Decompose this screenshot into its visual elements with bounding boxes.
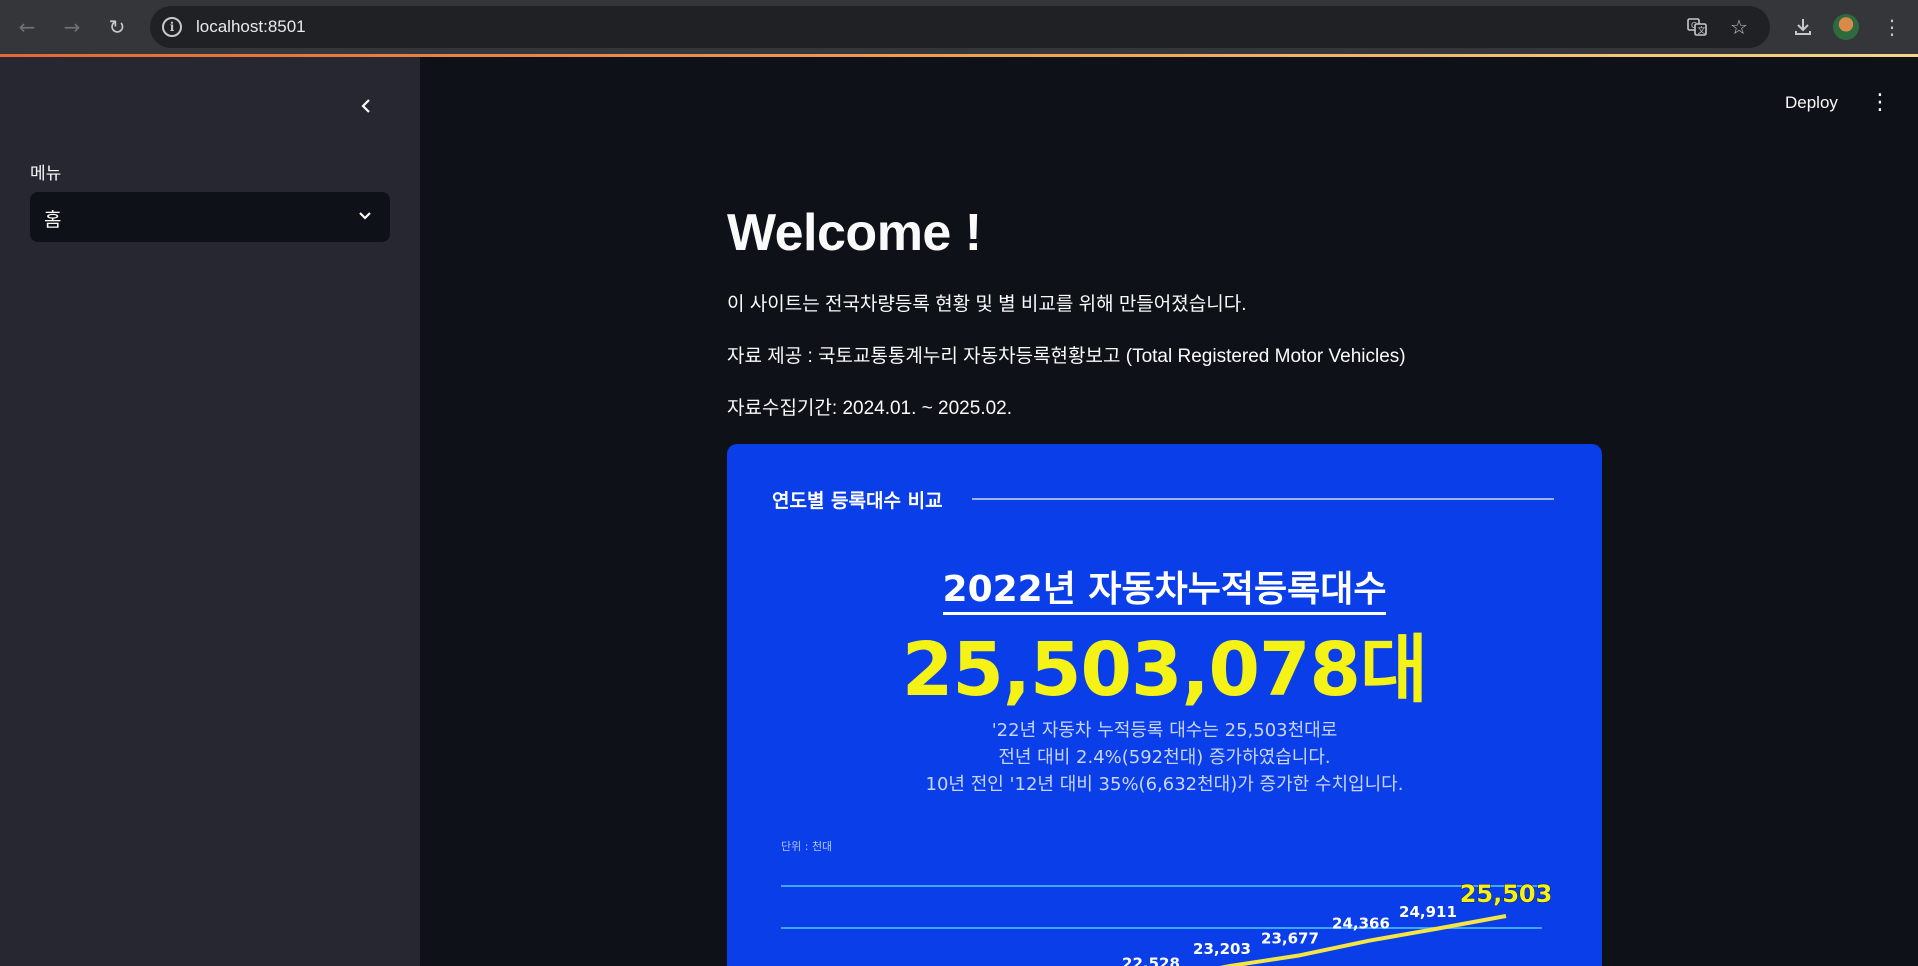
reload-icon[interactable]: ↻ [101, 11, 133, 43]
page-title: Welcome ! [727, 204, 982, 262]
infographic-desc: 전년 대비 2.4%(592천대) 증가하였습니다. [998, 747, 1331, 768]
chart-data-label: 23,203 [1193, 940, 1251, 958]
intro-text: 이 사이트는 전국차량등록 현황 및 별 비교를 위해 만들어졌습니다. [727, 294, 1247, 315]
infographic-desc: 10년 전인 '12년 대비 35%(6,632천대)가 증가한 수치입니다. [925, 774, 1404, 795]
chart-data-label: 23,677 [1261, 930, 1319, 948]
infographic-header: 연도별 등록대수 비교 [772, 490, 943, 512]
download-icon[interactable] [1788, 12, 1818, 42]
divider [972, 498, 1554, 500]
registration-line-chart: 20,99021,80322,52823,20323,67724,36624,9… [781, 880, 1553, 966]
chevron-down-icon[interactable] [354, 204, 376, 226]
infographic-big-number: 25,503,078대 [901, 627, 1428, 713]
chart-data-label: 25,503 [1460, 880, 1553, 908]
main-content: Deploy ⋮ Welcome ! 이 사이트는 전국차량등록 현황 및 별 … [420, 57, 1918, 966]
forward-arrow-icon[interactable]: → [56, 11, 88, 43]
chart-data-label: 24,366 [1332, 915, 1390, 933]
period-text: 자료수집기간: 2024.01. ~ 2025.02. [727, 398, 1013, 419]
infographic-title: 2022년 자동차누적등록대수 [727, 560, 1602, 615]
info-icon[interactable]: i [162, 17, 182, 37]
star-icon[interactable]: ☆ [1728, 15, 1750, 39]
chevron-left-icon[interactable] [352, 91, 382, 121]
chart-data-label: 24,911 [1399, 903, 1457, 921]
address-bar[interactable]: i localhost:8501 G文 ☆ [150, 6, 1770, 48]
back-arrow-icon[interactable]: ← [11, 11, 43, 43]
deploy-button[interactable]: Deploy [1785, 93, 1838, 113]
sidebar: 메뉴 홈 [0, 57, 420, 966]
source-text: 자료 제공 : 국토교통통계누리 자동차등록현황보고 (Total Regist… [727, 346, 1406, 367]
browser-toolbar: ← → ↻ i localhost:8501 G文 ☆ ⋮ [0, 0, 1918, 56]
url-text[interactable]: localhost:8501 [196, 17, 306, 37]
infographic-desc: '22년 자동차 누적등록 대수는 25,503천대로 [991, 720, 1338, 741]
chart-data-label: 22,528 [1122, 955, 1180, 966]
infographic-title-text: 2022년 자동차누적등록대수 [942, 569, 1387, 615]
profile-avatar[interactable] [1833, 14, 1859, 40]
svg-text:文: 文 [1698, 25, 1706, 35]
menu-select[interactable]: 홈 [30, 192, 390, 242]
more-vert-icon[interactable]: ⋮ [1868, 87, 1892, 117]
more-vert-icon[interactable]: ⋮ [1877, 12, 1907, 42]
menu-label: 메뉴 [30, 164, 62, 184]
menu-select-value[interactable]: 홈 [44, 205, 61, 232]
infographic-image: 연도별 등록대수 비교 2022년 자동차누적등록대수 25,503,078대 … [727, 444, 1602, 966]
translate-icon[interactable]: G文 [1686, 16, 1708, 38]
